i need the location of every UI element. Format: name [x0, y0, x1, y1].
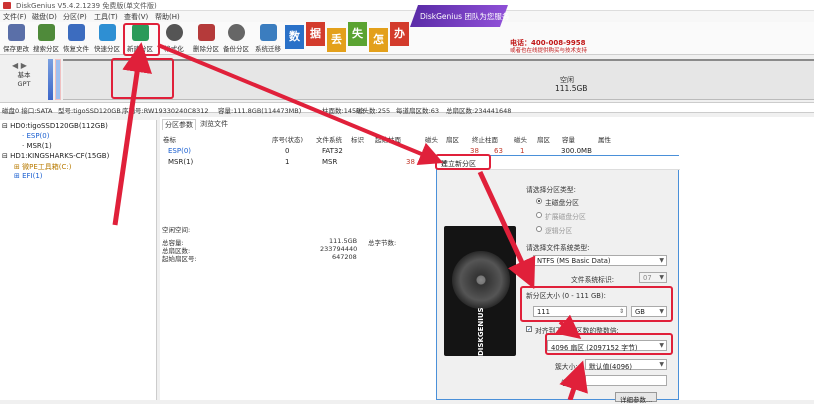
arrow-to-new-partition [112, 42, 152, 226]
arrow-to-dialog [157, 43, 444, 165]
arrow-to-align [555, 314, 582, 339]
arrow-to-size [477, 170, 536, 290]
arrow-to-details [559, 360, 588, 400]
annotation-arrows [112, 42, 588, 400]
